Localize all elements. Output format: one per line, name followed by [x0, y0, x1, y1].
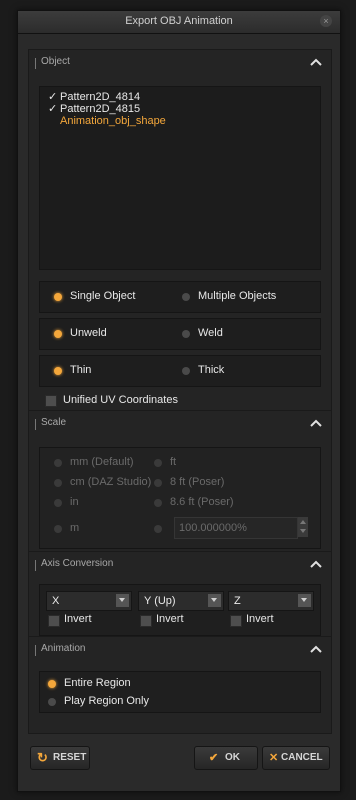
z-axis-value: Z: [234, 595, 241, 607]
check-icon: ✔: [209, 752, 219, 764]
scale-options-box: mm (Default) cm (DAZ Studio) in m ft 8 f…: [39, 447, 321, 549]
y-axis-combo[interactable]: Y (Up): [138, 591, 224, 611]
export-obj-animation-dialog: Export OBJ Animation × Object ✓ Pattern2…: [17, 10, 341, 792]
z-axis-combo[interactable]: Z: [228, 591, 314, 611]
collapse-chevron-icon[interactable]: [309, 643, 323, 655]
axis-section-header[interactable]: Axis Conversion: [29, 552, 331, 578]
close-icon[interactable]: ×: [320, 15, 332, 27]
object-list-item[interactable]: Pattern2D_4815: [60, 103, 140, 115]
entire-region-label[interactable]: Entire Region: [64, 677, 131, 689]
multiple-objects-label[interactable]: Multiple Objects: [198, 290, 276, 302]
weld-label[interactable]: Weld: [198, 327, 223, 339]
m-radio[interactable]: [54, 525, 62, 533]
8-6ft-poser-label[interactable]: 8.6 ft (Poser): [170, 496, 234, 508]
object-mode-group: Single Object Multiple Objects: [39, 281, 321, 313]
reset-label: RESET: [53, 752, 87, 763]
custom-scale-spinner[interactable]: [298, 517, 308, 537]
axis-section-label: Axis Conversion: [41, 558, 114, 569]
unified-uv-label[interactable]: Unified UV Coordinates: [63, 394, 178, 406]
y-invert-checkbox[interactable]: [140, 615, 152, 627]
collapse-chevron-icon[interactable]: [309, 56, 323, 68]
ok-button[interactable]: ✔ OK: [194, 746, 258, 770]
animation-section-label: Animation: [41, 643, 86, 654]
single-object-label[interactable]: Single Object: [70, 290, 135, 302]
dropdown-arrow-icon[interactable]: [298, 594, 311, 607]
8ft-poser-label[interactable]: 8 ft (Poser): [170, 476, 224, 488]
object-section-header[interactable]: Object: [29, 50, 331, 76]
y-invert-label[interactable]: Invert: [156, 613, 184, 625]
dropdown-arrow-icon[interactable]: [208, 594, 221, 607]
in-label[interactable]: in: [70, 496, 79, 508]
object-list-item[interactable]: Pattern2D_4814: [60, 91, 140, 103]
mm-radio[interactable]: [54, 459, 62, 467]
animation-box: Entire Region Play Region Only: [39, 671, 321, 713]
y-axis-value: Y (Up): [144, 595, 176, 607]
spinner-up-icon[interactable]: [300, 520, 306, 524]
axis-box: X Invert Y (Up) Invert Z Invert: [39, 584, 321, 636]
reset-icon: ↻: [37, 750, 48, 765]
unweld-radio[interactable]: [54, 330, 62, 338]
x-axis-value: X: [52, 595, 60, 607]
section-marker: [35, 419, 36, 430]
scale-section: Scale mm (Default) cm (DAZ Studio) in m …: [28, 410, 332, 564]
single-object-radio[interactable]: [54, 293, 62, 301]
ft-label[interactable]: ft: [170, 456, 176, 468]
custom-scale-radio[interactable]: [154, 525, 162, 533]
cancel-label: CANCEL: [281, 752, 323, 763]
title-bar[interactable]: Export OBJ Animation ×: [18, 11, 340, 34]
cm-radio[interactable]: [54, 479, 62, 487]
unified-uv-checkbox[interactable]: [45, 395, 57, 407]
object-section: Object ✓ Pattern2D_4814 ✓ Pattern2D_4815…: [28, 49, 332, 423]
animation-section: Animation Entire Region Play Region Only: [28, 636, 332, 734]
thick-radio[interactable]: [182, 367, 190, 375]
animation-section-header[interactable]: Animation: [29, 637, 331, 663]
thin-label[interactable]: Thin: [70, 364, 91, 376]
collapse-chevron-icon[interactable]: [309, 558, 323, 570]
spinner-down-icon[interactable]: [300, 529, 306, 533]
cancel-button[interactable]: ✕ CANCEL: [262, 746, 330, 770]
8ft-poser-radio[interactable]: [154, 479, 162, 487]
x-invert-label[interactable]: Invert: [64, 613, 92, 625]
section-marker: [35, 645, 36, 656]
checkmark-icon: ✓: [48, 103, 58, 115]
object-list[interactable]: ✓ Pattern2D_4814 ✓ Pattern2D_4815 Animat…: [39, 86, 321, 270]
weld-radio[interactable]: [182, 330, 190, 338]
unweld-label[interactable]: Unweld: [70, 327, 107, 339]
cancel-x-icon: ✕: [269, 752, 279, 764]
z-invert-checkbox[interactable]: [230, 615, 242, 627]
thick-label[interactable]: Thick: [198, 364, 224, 376]
m-label[interactable]: m: [70, 522, 79, 534]
ft-radio[interactable]: [154, 459, 162, 467]
object-list-item-selected[interactable]: Animation_obj_shape: [60, 115, 166, 127]
play-region-only-label[interactable]: Play Region Only: [64, 695, 149, 707]
scale-section-label: Scale: [41, 417, 67, 428]
mm-label[interactable]: mm (Default): [70, 456, 134, 468]
custom-scale-input[interactable]: 100.000000%: [174, 517, 298, 539]
thin-radio[interactable]: [54, 367, 62, 375]
object-section-label: Object: [41, 56, 70, 67]
section-marker: [35, 560, 36, 571]
axis-conversion-section: Axis Conversion X Invert Y (Up) Invert Z…: [28, 551, 332, 645]
dropdown-arrow-icon[interactable]: [116, 594, 129, 607]
scale-section-header[interactable]: Scale: [29, 411, 331, 437]
reset-button[interactable]: ↻ RESET: [30, 746, 90, 770]
section-marker: [35, 58, 36, 69]
x-invert-checkbox[interactable]: [48, 615, 60, 627]
z-invert-label[interactable]: Invert: [246, 613, 274, 625]
ok-label: OK: [225, 752, 240, 763]
entire-region-radio[interactable]: [48, 680, 56, 688]
dialog-title: Export OBJ Animation: [125, 15, 233, 27]
play-region-only-radio[interactable]: [48, 698, 56, 706]
8-6ft-poser-radio[interactable]: [154, 499, 162, 507]
custom-scale-value: 100.000000%: [179, 522, 247, 534]
collapse-chevron-icon[interactable]: [309, 417, 323, 429]
thickness-group: Thin Thick: [39, 355, 321, 387]
multiple-objects-radio[interactable]: [182, 293, 190, 301]
cm-label[interactable]: cm (DAZ Studio): [70, 476, 151, 488]
in-radio[interactable]: [54, 499, 62, 507]
weld-group: Unweld Weld: [39, 318, 321, 350]
x-axis-combo[interactable]: X: [46, 591, 132, 611]
